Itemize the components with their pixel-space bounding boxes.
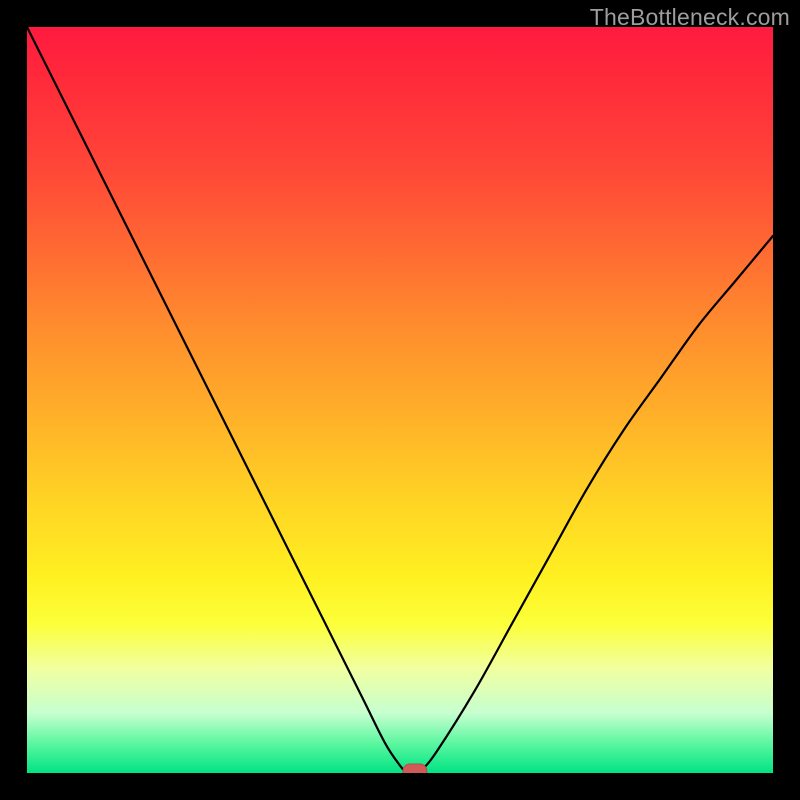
chart-svg	[27, 27, 773, 773]
chart-frame: TheBottleneck.com	[0, 0, 800, 800]
plot-area	[27, 27, 773, 773]
optimum-marker	[403, 764, 427, 773]
bottleneck-curve	[27, 27, 773, 773]
watermark-text: TheBottleneck.com	[590, 4, 790, 31]
